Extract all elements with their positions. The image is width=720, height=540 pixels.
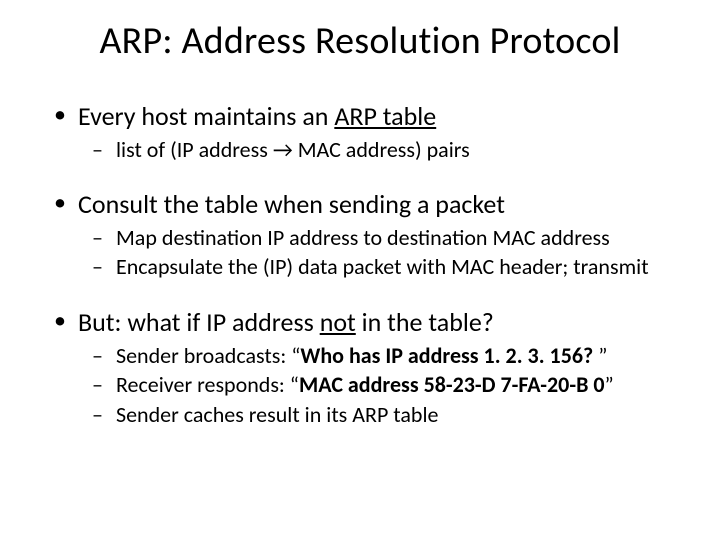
bullet-3-sub-2-quote-text: MAC address 58-23-D 7-FA-20-B 0 [299,371,605,398]
bullet-list: Every host maintains an ARP table list o… [48,100,672,430]
bullet-3-post: in the table? [356,306,494,338]
bullet-3-pre: But: what if IP address [78,306,320,338]
bullet-1-sub-1-pre: list of (IP address [116,136,273,163]
bullet-3: But: what if IP address not in the table… [48,306,672,430]
bullet-3-sub-2-quote: “MAC address 58-23-D 7-FA-20-B 0” [290,371,614,398]
bullet-1-pre: Every host maintains an [78,100,334,132]
bullet-1: Every host maintains an ARP table list o… [48,100,672,164]
arrow-icon: → [273,136,293,163]
bullet-1-sub-1: list of (IP address → MAC address) pairs [78,135,672,165]
bullet-3-sub-3: Sender caches result in its ARP table [78,400,672,430]
bullet-1-underline: ARP table [334,100,436,132]
bullet-3-sub-1-quote-text: Who has IP address 1. 2. 3. 156? [300,342,598,369]
slide: ARP: Address Resolution Protocol Every h… [0,0,720,540]
bullet-3-sublist: Sender broadcasts: “Who has IP address 1… [78,341,672,430]
bullet-3-sub-2: Receiver responds: “MAC address 58-23-D … [78,370,672,400]
bullet-3-underline: not [320,306,356,338]
right-quote-icon: ” [605,371,614,398]
bullet-2-sub-2: Encapsulate the (IP) data packet with MA… [78,252,672,282]
right-quote-icon: ” [598,342,607,369]
bullet-2-text: Consult the table when sending a packet [78,188,505,220]
bullet-1-sublist: list of (IP address → MAC address) pairs [78,135,672,165]
bullet-3-sub-1: Sender broadcasts: “Who has IP address 1… [78,341,672,371]
bullet-3-sub-1-pre: Sender broadcasts: [116,342,291,369]
slide-title: ARP: Address Resolution Protocol [48,18,672,64]
left-quote-icon: “ [290,371,299,398]
bullet-2: Consult the table when sending a packet … [48,188,672,282]
bullet-2-sub-1: Map destination IP address to destinatio… [78,223,672,253]
bullet-2-sublist: Map destination IP address to destinatio… [78,223,672,282]
bullet-3-sub-1-quote: “Who has IP address 1. 2. 3. 156? ” [291,342,607,369]
bullet-1-sub-1-post: MAC address) pairs [293,136,470,163]
bullet-3-sub-2-pre: Receiver responds: [116,371,290,398]
